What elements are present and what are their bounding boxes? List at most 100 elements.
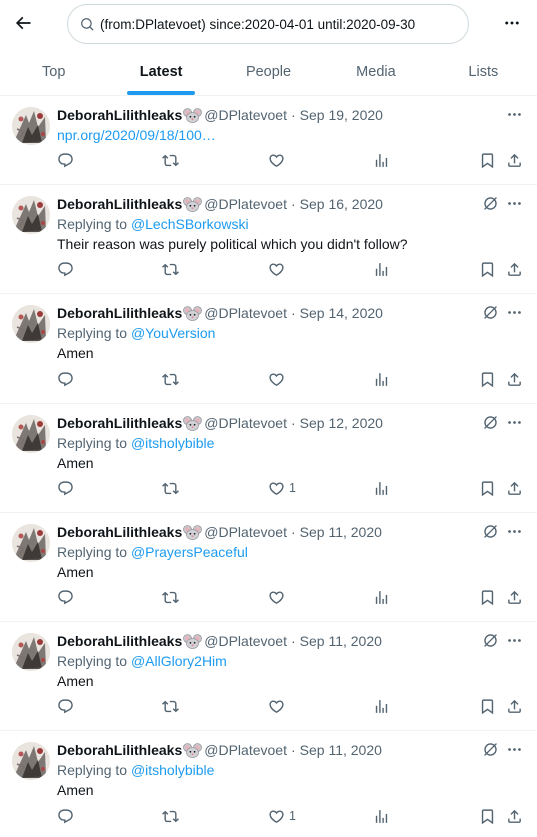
views-button[interactable]	[373, 261, 390, 278]
share-button[interactable]	[506, 808, 523, 825]
grok-button[interactable]	[482, 632, 499, 649]
user-handle[interactable]: @DPlatevoet	[204, 632, 287, 651]
share-button[interactable]	[506, 261, 523, 278]
tweet-date[interactable]: Sep 14, 2020	[300, 304, 383, 323]
tab-media[interactable]: Media	[322, 48, 429, 95]
tweet[interactable]: DeborahLilithleaks @DPlatevoet · Sep 16,…	[0, 185, 537, 295]
like-button[interactable]	[268, 589, 289, 606]
bookmark-button[interactable]	[479, 152, 496, 169]
grok-button[interactable]	[482, 195, 499, 212]
tweet-date[interactable]: Sep 12, 2020	[300, 414, 383, 433]
reply-button[interactable]	[57, 371, 74, 388]
tweet-more-button[interactable]	[506, 741, 523, 758]
reply-target-handle[interactable]: @YouVersion	[131, 325, 216, 341]
tweet[interactable]: DeborahLilithleaks @DPlatevoet · Sep 12,…	[0, 404, 537, 513]
like-button[interactable]	[268, 698, 289, 715]
display-name[interactable]: DeborahLilithleaks	[57, 304, 182, 323]
reply-button[interactable]	[57, 808, 74, 825]
tweet[interactable]: DeborahLilithleaks @DPlatevoet · Sep 19,…	[0, 96, 537, 185]
avatar[interactable]	[12, 196, 50, 234]
share-button[interactable]	[506, 152, 523, 169]
avatar[interactable]	[12, 523, 50, 562]
bookmark-button[interactable]	[479, 371, 496, 388]
more-options-button[interactable]	[500, 11, 524, 35]
share-button[interactable]	[506, 371, 523, 388]
retweet-button[interactable]	[162, 698, 179, 715]
tweet-more-button[interactable]	[506, 195, 523, 212]
avatar[interactable]	[12, 107, 50, 145]
tweet-date[interactable]: Sep 16, 2020	[300, 195, 383, 214]
retweet-button[interactable]	[162, 480, 179, 497]
tweet-more-button[interactable]	[506, 414, 523, 431]
reply-button[interactable]	[57, 480, 74, 497]
avatar[interactable]	[12, 414, 50, 453]
reply-target-handle[interactable]: @LechSBorkowski	[131, 216, 249, 232]
tweet-more-button[interactable]	[506, 632, 523, 649]
like-button[interactable]	[268, 371, 289, 388]
grok-button[interactable]	[482, 304, 499, 321]
bookmark-button[interactable]	[479, 698, 496, 715]
grok-button[interactable]	[482, 523, 499, 540]
reply-button[interactable]	[57, 152, 74, 169]
tweet[interactable]: DeborahLilithleaks @DPlatevoet · Sep 11,…	[0, 731, 537, 837]
reply-target-handle[interactable]: @PrayersPeaceful	[131, 544, 248, 560]
search-input[interactable]	[100, 16, 450, 32]
share-button[interactable]	[506, 698, 523, 715]
like-button[interactable]	[268, 261, 289, 278]
reply-button[interactable]	[57, 261, 74, 278]
tweet-date[interactable]: Sep 19, 2020	[300, 106, 383, 125]
user-handle[interactable]: @DPlatevoet	[204, 523, 287, 542]
user-handle[interactable]: @DPlatevoet	[204, 414, 287, 433]
display-name[interactable]: DeborahLilithleaks	[57, 414, 182, 433]
reply-target-handle[interactable]: @itsholybible	[131, 762, 214, 778]
reply-button[interactable]	[57, 589, 74, 606]
tweet-date[interactable]: Sep 11, 2020	[300, 632, 382, 651]
bookmark-button[interactable]	[479, 808, 496, 825]
views-button[interactable]	[373, 698, 390, 715]
avatar[interactable]	[12, 633, 50, 672]
search-box[interactable]	[67, 4, 469, 44]
tweet-link[interactable]: npr.org/2020/09/18/100…	[57, 125, 525, 145]
views-button[interactable]	[373, 808, 390, 825]
reply-target-handle[interactable]: @itsholybible	[131, 435, 214, 451]
share-button[interactable]	[506, 589, 523, 606]
share-button[interactable]	[506, 480, 523, 497]
display-name[interactable]: DeborahLilithleaks	[57, 632, 182, 651]
user-handle[interactable]: @DPlatevoet	[204, 106, 287, 125]
tweet-more-button[interactable]	[506, 304, 523, 321]
tweet-more-button[interactable]	[506, 523, 523, 540]
reply-target-handle[interactable]: @AllGlory2Him	[131, 653, 227, 669]
display-name[interactable]: DeborahLilithleaks	[57, 195, 182, 214]
bookmark-button[interactable]	[479, 480, 496, 497]
user-handle[interactable]: @DPlatevoet	[204, 304, 287, 323]
retweet-button[interactable]	[162, 371, 179, 388]
tweet[interactable]: DeborahLilithleaks @DPlatevoet · Sep 11,…	[0, 513, 537, 623]
bookmark-button[interactable]	[479, 589, 496, 606]
views-button[interactable]	[373, 589, 390, 606]
tab-people[interactable]: People	[215, 48, 322, 95]
reply-button[interactable]	[57, 698, 74, 715]
views-button[interactable]	[373, 480, 390, 497]
tab-latest[interactable]: Latest	[107, 48, 214, 95]
grok-button[interactable]	[482, 414, 499, 431]
bookmark-button[interactable]	[479, 261, 496, 278]
avatar[interactable]	[12, 742, 50, 781]
user-handle[interactable]: @DPlatevoet	[204, 195, 287, 214]
retweet-button[interactable]	[162, 589, 179, 606]
views-button[interactable]	[373, 371, 390, 388]
like-button[interactable]	[268, 152, 289, 169]
user-handle[interactable]: @DPlatevoet	[204, 741, 287, 760]
like-button[interactable]: 1	[268, 480, 296, 497]
tweet-more-button[interactable]	[506, 106, 523, 123]
tweet[interactable]: DeborahLilithleaks @DPlatevoet · Sep 11,…	[0, 622, 537, 732]
avatar[interactable]	[12, 305, 50, 344]
views-button[interactable]	[373, 152, 390, 169]
retweet-button[interactable]	[162, 808, 179, 825]
display-name[interactable]: DeborahLilithleaks	[57, 106, 182, 125]
display-name[interactable]: DeborahLilithleaks	[57, 741, 182, 760]
retweet-button[interactable]	[162, 152, 179, 169]
tweet-date[interactable]: Sep 11, 2020	[300, 523, 382, 542]
back-button[interactable]	[10, 10, 36, 36]
display-name[interactable]: DeborahLilithleaks	[57, 523, 182, 542]
tab-top[interactable]: Top	[0, 48, 107, 95]
